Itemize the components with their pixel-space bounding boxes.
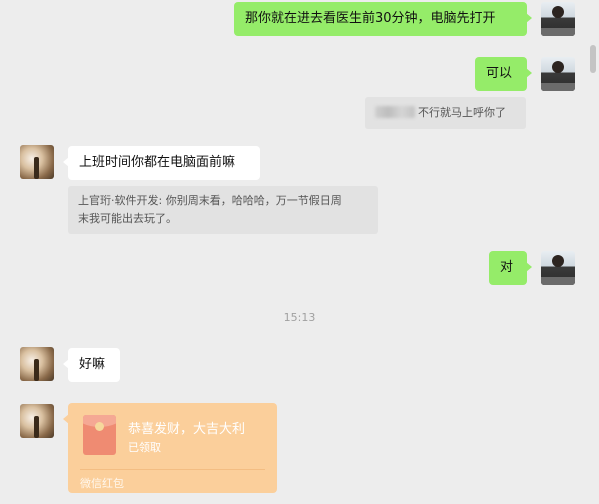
message-bubble-contact[interactable]: 好嘛 <box>63 348 120 382</box>
red-packet-footer: 微信红包 <box>80 477 124 490</box>
red-packet-card[interactable]: 恭喜发财，大吉大利 已领取 微信红包 <box>63 403 277 493</box>
message-bubble-mine[interactable]: 可以 <box>475 57 532 91</box>
scrollbar-track[interactable] <box>589 0 597 504</box>
contact-avatar[interactable] <box>20 145 54 179</box>
my-avatar[interactable] <box>541 2 575 36</box>
blurred-sender-name <box>375 106 415 118</box>
my-avatar[interactable] <box>541 57 575 91</box>
divider <box>80 469 265 470</box>
my-avatar[interactable] <box>541 251 575 285</box>
message-text: 可以 <box>486 66 513 81</box>
quoted-message[interactable]: 上官珩·软件开发: 你别周末看，哈哈哈，万一节假日周 末我可能出去玩了。 <box>68 186 378 234</box>
message-bubble-mine[interactable]: 那你就在进去看医生前30分钟，电脑先打开 <box>234 2 532 36</box>
contact-avatar[interactable] <box>20 404 54 438</box>
red-envelope-icon <box>83 415 116 455</box>
chat-message-list[interactable]: 那你就在进去看医生前30分钟，电脑先打开 可以 不行就马上呼你了 上班时间你都在… <box>0 0 599 504</box>
contact-avatar[interactable] <box>20 347 54 381</box>
message-bubble-contact[interactable]: 上班时间你都在电脑面前嘛 <box>63 146 260 180</box>
scrollbar-thumb[interactable] <box>590 45 596 73</box>
message-text: 对 <box>500 260 514 275</box>
quote-text-line: 上官珩·软件开发: 你别周末看，哈哈哈，万一节假日周 <box>78 194 342 207</box>
quote-text-line: 末我可能出去玩了。 <box>78 212 177 225</box>
message-text: 那你就在进去看医生前30分钟，电脑先打开 <box>245 11 496 26</box>
red-packet-status: 已领取 <box>128 441 161 454</box>
red-packet-title: 恭喜发财，大吉大利 <box>128 422 246 437</box>
message-bubble-mine[interactable]: 对 <box>489 251 532 285</box>
quote-text: 不行就马上呼你了 <box>418 106 506 119</box>
quoted-message[interactable]: 不行就马上呼你了 <box>365 97 526 129</box>
message-text: 好嘛 <box>79 357 106 372</box>
message-text: 上班时间你都在电脑面前嘛 <box>79 155 236 170</box>
message-timestamp: 15:13 <box>283 311 316 324</box>
